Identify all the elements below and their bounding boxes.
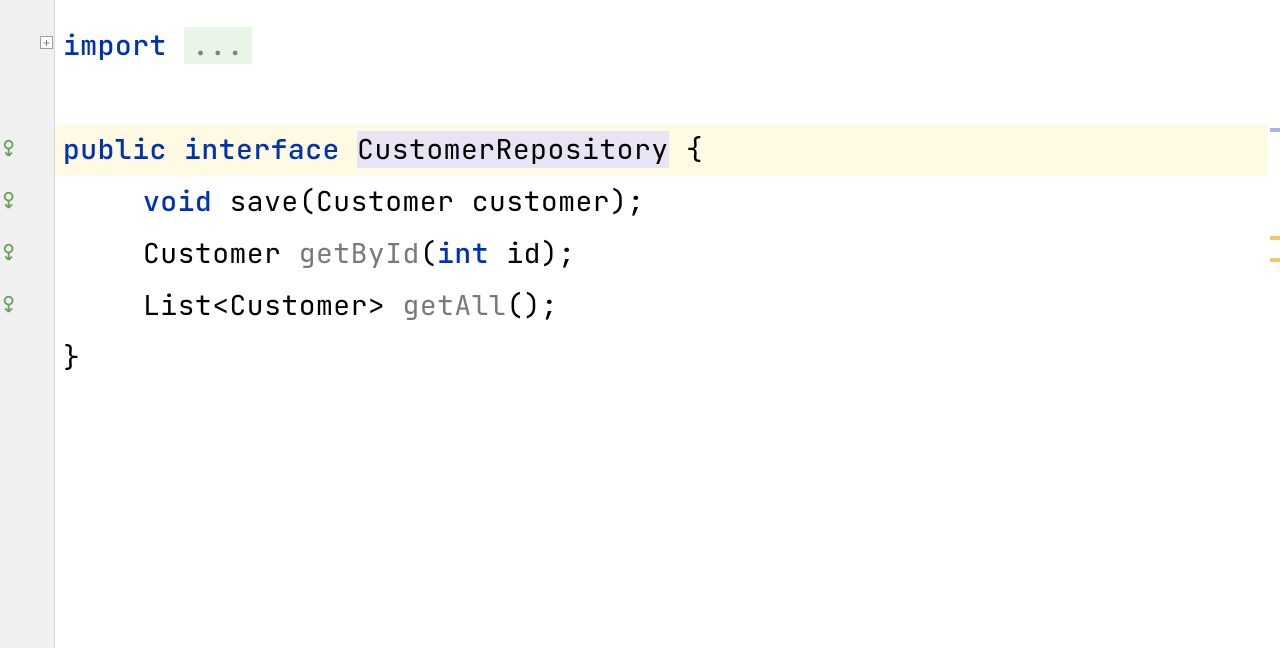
folded-region[interactable]: ... xyxy=(184,27,252,64)
implemented-icon[interactable] xyxy=(2,294,22,314)
code-line[interactable]: } xyxy=(55,332,1280,384)
editor-gutter: + xyxy=(0,0,55,648)
code-editor[interactable]: import ... public interface CustomerRepo… xyxy=(55,0,1280,648)
blank-line xyxy=(55,72,1280,124)
marker-caret[interactable] xyxy=(1270,128,1280,132)
interface-name: CustomerRepository xyxy=(357,131,668,168)
implemented-icon[interactable] xyxy=(2,190,22,210)
keyword-void: void xyxy=(143,183,212,220)
marker-warning[interactable] xyxy=(1270,236,1280,240)
type-list: List<Customer> xyxy=(143,287,403,324)
method-getall: getAll xyxy=(403,287,507,324)
code-line[interactable]: Customer getById(int id); xyxy=(55,228,1280,280)
keyword-int: int xyxy=(437,235,489,272)
method-save: save(Customer customer); xyxy=(212,183,645,220)
paren-open: ( xyxy=(420,235,437,272)
code-line[interactable]: List<Customer> getAll(); xyxy=(55,280,1280,332)
keyword-public: public xyxy=(63,131,167,168)
brace-open: { xyxy=(669,131,704,168)
getall-rest: (); xyxy=(506,287,558,324)
method-getbyid: getById xyxy=(299,235,420,272)
code-line[interactable]: public interface CustomerRepository { xyxy=(55,124,1280,176)
error-stripe[interactable] xyxy=(1268,0,1280,648)
keyword-import: import xyxy=(63,27,167,64)
brace-close: } xyxy=(63,339,80,376)
code-line[interactable]: import ... xyxy=(55,20,1280,72)
keyword-interface: interface xyxy=(184,131,340,168)
marker-warning[interactable] xyxy=(1270,258,1280,262)
fold-plus: + xyxy=(43,37,50,49)
fold-expand-icon[interactable]: + xyxy=(40,36,53,49)
param-rest: id); xyxy=(489,235,576,272)
implemented-icon[interactable] xyxy=(2,242,22,262)
implemented-icon[interactable] xyxy=(2,138,22,158)
code-line[interactable]: void save(Customer customer); xyxy=(55,176,1280,228)
type-customer: Customer xyxy=(143,235,299,272)
